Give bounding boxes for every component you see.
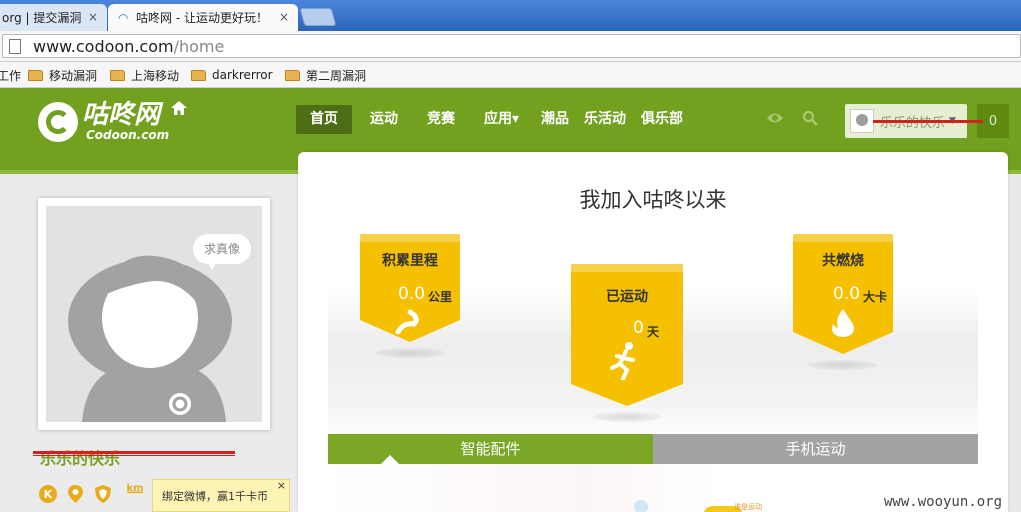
eye-icon[interactable] — [766, 112, 784, 124]
logo-subtext: Codoon.com — [86, 128, 170, 142]
nav-race[interactable]: 竞赛 — [416, 105, 466, 134]
url-host: www.codoon.com — [33, 36, 174, 56]
url-path: /home — [173, 36, 225, 56]
bookmark-label: 工作 — [0, 68, 22, 83]
stat-unit: 大卡 — [863, 290, 888, 304]
weibo-tip-text: 绑定微博，赢1千卡币 — [162, 489, 268, 503]
km-badge-icon[interactable]: km ▔▔ — [124, 484, 146, 504]
watermark-text: www.wooyun.org — [884, 494, 1003, 510]
stat-value: 0.0 — [398, 284, 426, 304]
stat-label: 积累里程 — [382, 253, 438, 269]
user-avatar — [850, 109, 874, 133]
nav-products[interactable]: 潮品 — [537, 105, 573, 134]
stat-label: 已运动 — [606, 289, 648, 305]
new-tab-button[interactable] — [299, 8, 337, 26]
tab-label: org | 提交漏洞 — [2, 11, 82, 25]
bubble-tail — [206, 260, 218, 270]
folder-icon — [110, 69, 125, 81]
bookmark-label: 上海移动 — [131, 68, 180, 83]
road-icon — [395, 309, 419, 334]
km-badge-label: km — [126, 483, 144, 494]
bookmarks-bar: 工作 移动漏洞 上海移动 darkrerror 第二周漏洞 — [0, 62, 1021, 88]
browser-tab-codoon[interactable]: ◠ 咕咚网 - 让运动更好玩！ × — [108, 4, 298, 31]
bookmark-label: 移动漏洞 — [49, 68, 98, 83]
avatar-prompt-bubble[interactable]: 求真像 — [193, 234, 251, 264]
redaction-line — [33, 451, 235, 454]
profile-avatar[interactable]: 求真像 — [38, 198, 270, 430]
close-icon[interactable]: × — [277, 479, 286, 492]
nav-sport[interactable]: 运动 — [359, 105, 409, 134]
default-avatar-image: 求真像 — [46, 206, 262, 422]
main-nav: 首页 运动 竞赛 应用▾ 潮品 乐活动 俱乐部 — [296, 105, 694, 134]
device-tabs: 智能配件 手机运动 — [328, 434, 978, 465]
redaction-line — [873, 120, 983, 123]
bookmark-week2-vuln[interactable]: 第二周漏洞 — [285, 67, 366, 83]
redaction-line — [33, 455, 235, 456]
bookmark-work[interactable]: 工作 — [0, 67, 21, 83]
shield-icon[interactable] — [94, 484, 112, 504]
tab-close-icon[interactable]: × — [88, 10, 98, 24]
loading-icon: ◠ — [118, 10, 129, 25]
location-pin-icon[interactable] — [67, 484, 84, 504]
stat-value: 0 — [633, 318, 644, 338]
bind-weibo-tip[interactable]: 绑定微博，赢1千卡币 × — [152, 479, 290, 512]
panel-mini-label: 谁是运动 — [734, 503, 762, 511]
folder-icon — [191, 69, 206, 81]
stat-value: 0.0 — [833, 284, 861, 304]
bookmark-darkrerror[interactable]: darkrerror — [191, 67, 273, 83]
decorative-circle — [634, 500, 648, 512]
flame-icon — [832, 309, 854, 337]
bookmark-mobile-vuln[interactable]: 移动漏洞 — [28, 67, 97, 83]
stat-card-calories: 共燃烧 0.0 大卡 — [793, 234, 893, 370]
stat-card-days: 已运动 0 天 — [571, 264, 683, 422]
stat-label: 共燃烧 — [822, 253, 864, 269]
stat-unit: 公里 — [428, 290, 453, 304]
tab-phone-sport[interactable]: 手机运动 — [653, 434, 978, 464]
nav-clubs[interactable]: 俱乐部 — [637, 105, 687, 134]
k-badge-icon[interactable]: K — [39, 485, 57, 503]
profile-username: 乐乐的快乐 — [40, 449, 121, 468]
nav-apps[interactable]: 应用▾ — [473, 105, 530, 134]
browser-tab-wooyun[interactable]: org | 提交漏洞 × — [0, 4, 107, 31]
runner-icon — [610, 342, 635, 380]
bookmark-shanghai-mobile[interactable]: 上海移动 — [110, 67, 179, 83]
tab-panel — [328, 464, 978, 512]
tab-smart-accessories[interactable]: 智能配件 — [328, 434, 653, 465]
tab-label: 咕咚网 - 让运动更好玩！ — [136, 11, 268, 25]
stat-unit: 天 — [647, 325, 660, 339]
logo-text: 咕咚网 — [82, 100, 161, 130]
tab-close-icon[interactable]: × — [279, 10, 289, 24]
bookmark-label: 第二周漏洞 — [306, 68, 367, 83]
page-icon — [9, 38, 21, 54]
stat-card-distance: 积累里程 0.0 公里 — [360, 234, 460, 358]
search-icon[interactable] — [802, 110, 818, 126]
bookmark-label: darkrerror — [212, 68, 273, 82]
folder-icon — [285, 69, 300, 81]
home-icon[interactable] — [170, 100, 188, 116]
logo-mark-icon — [38, 102, 78, 142]
browser-tab-strip: org | 提交漏洞 × ◠ 咕咚网 - 让运动更好玩！ × — [0, 0, 1021, 31]
nav-activities[interactable]: 乐活动 — [580, 105, 630, 134]
folder-icon — [28, 69, 43, 81]
address-bar[interactable]: www.codoon.com/home — [2, 34, 1021, 58]
browser-toolbar: www.codoon.com/home — [0, 31, 1021, 62]
nav-home[interactable]: 首页 — [296, 105, 352, 134]
stats-title: 我加入咕咚以来 — [579, 188, 727, 212]
site-logo[interactable]: 咕咚网 Codoon.com — [38, 102, 169, 142]
stats-card: 我加入咕咚以来 积累里程 0.0 公里 已运动 0 天 共燃烧 0.0 大卡 智… — [298, 152, 1008, 512]
